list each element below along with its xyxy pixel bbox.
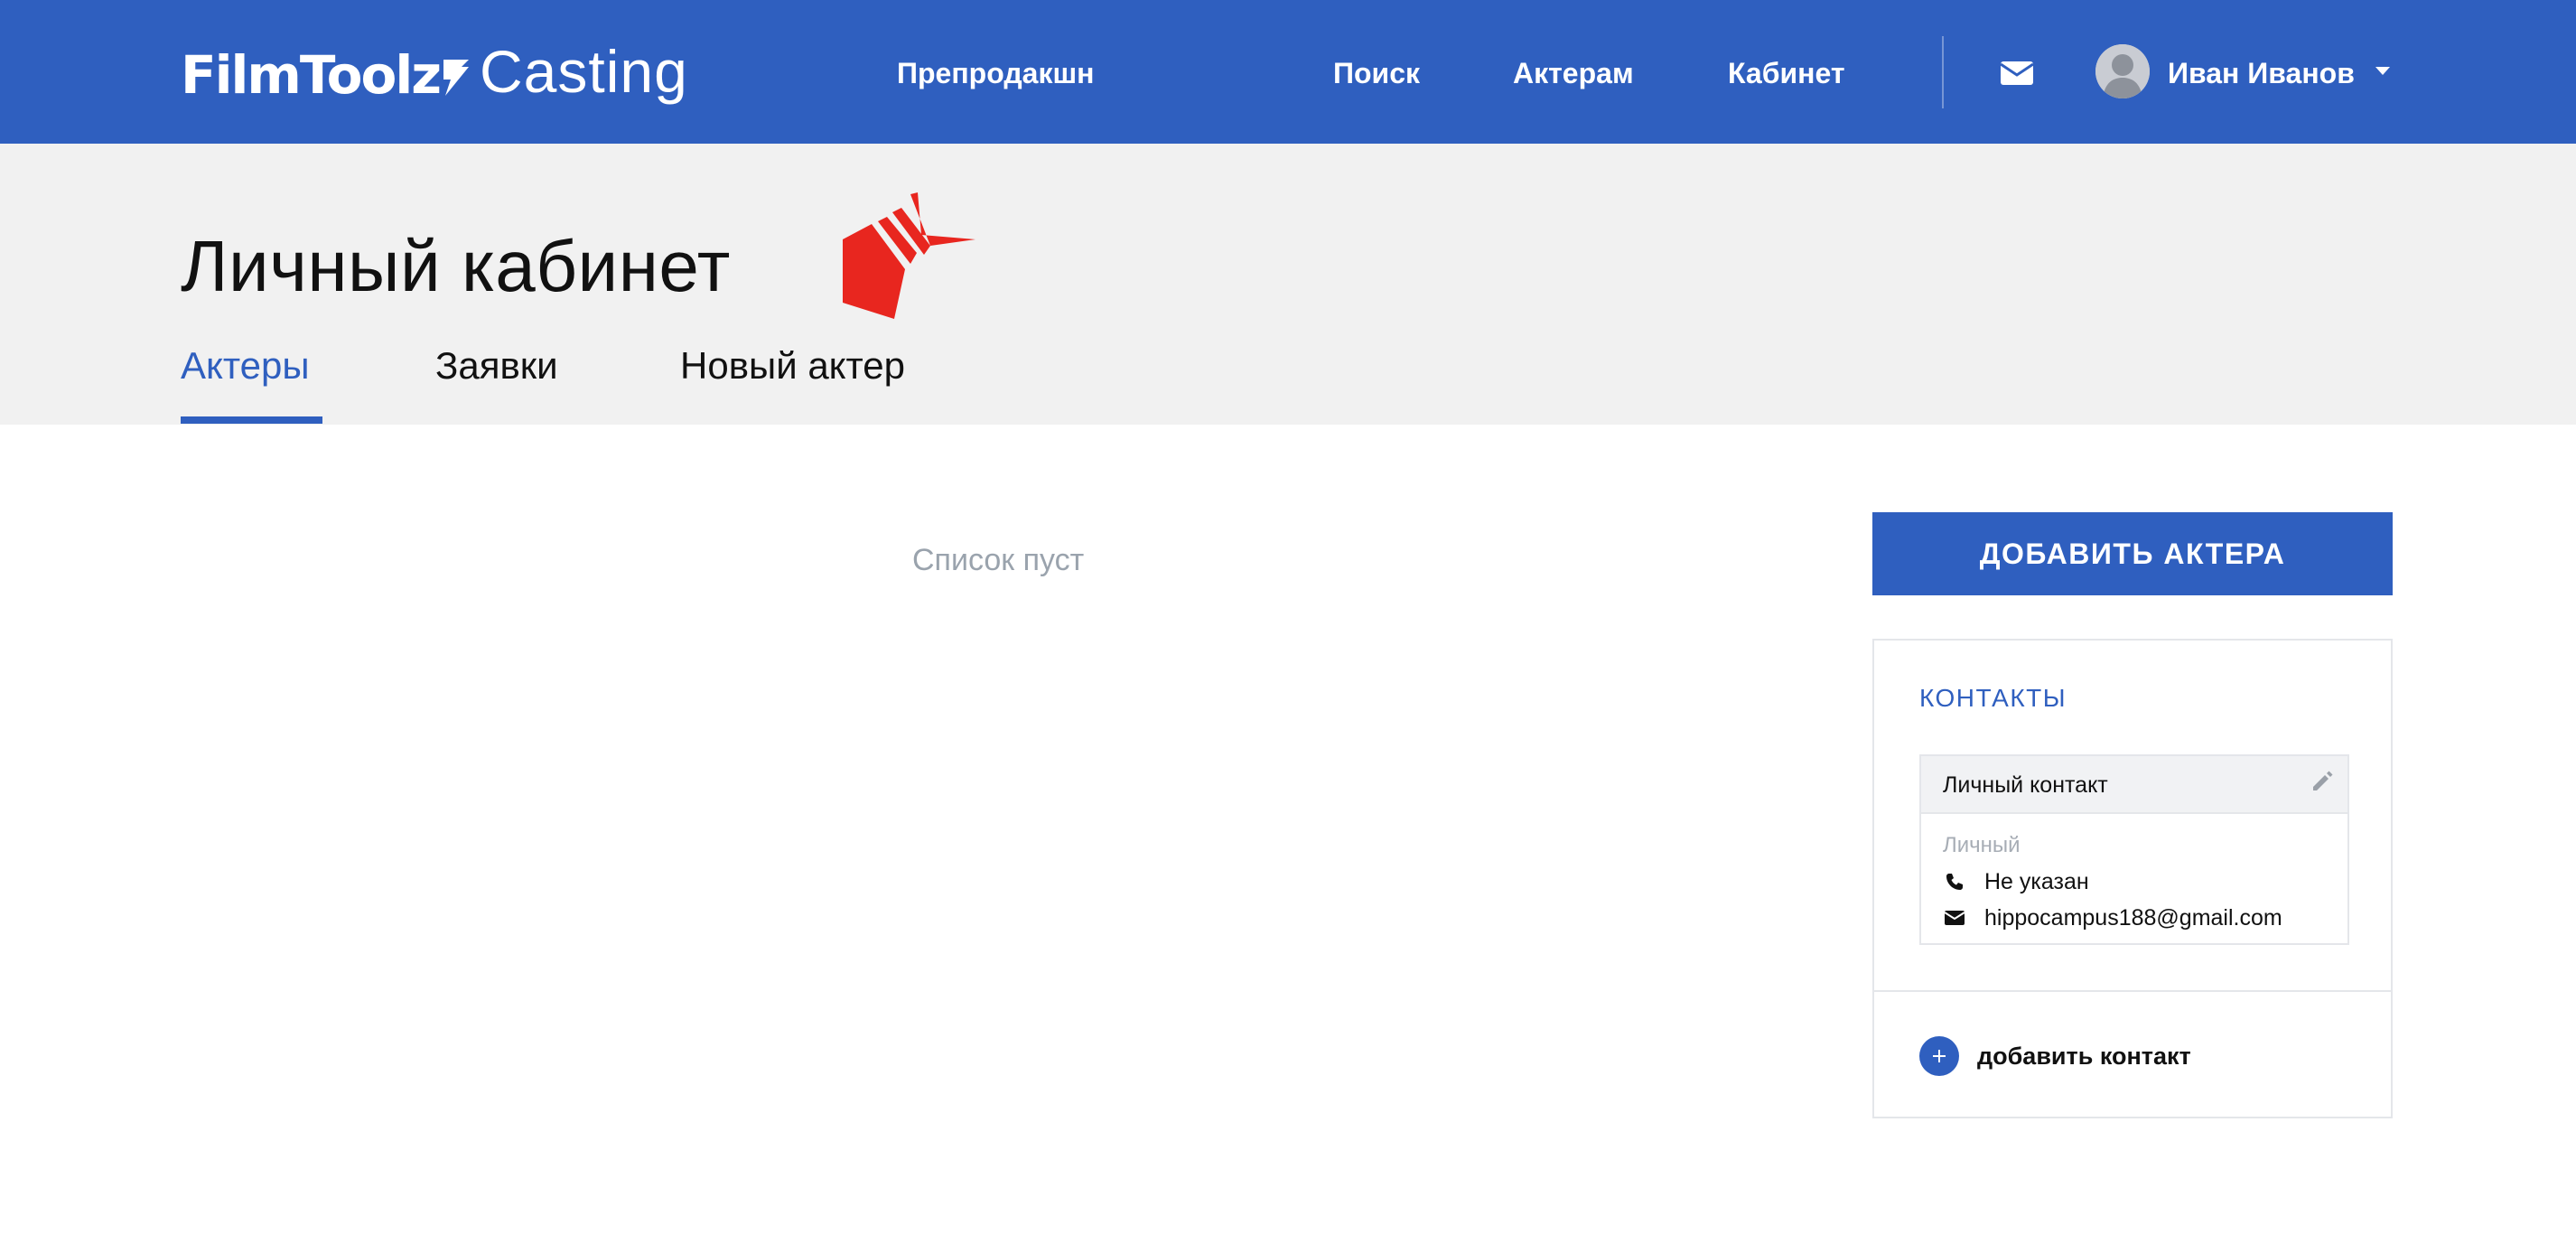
add-contact-button[interactable]: добавить контакт — [1919, 1034, 2191, 1078]
nav-item-actors[interactable]: Актерам — [1513, 52, 1634, 94]
add-contact-label: добавить контакт — [1977, 1043, 2191, 1070]
contact-type-label: Личный — [1943, 833, 2021, 857]
pencil-edit-icon[interactable] — [2310, 769, 2335, 794]
contact-email-row: hippocampus188@gmail.com — [1943, 903, 2282, 933]
contact-card: Личный контакт Личный Не указан hippocam… — [1919, 754, 2349, 945]
nav-divider — [1942, 36, 1944, 108]
nav-item-search[interactable]: Поиск — [1333, 52, 1420, 94]
logo-bold-text: FilmToolz — [181, 44, 442, 106]
nav-item-cabinet[interactable]: Кабинет — [1728, 52, 1845, 94]
logo-mark-icon — [442, 56, 472, 98]
tab-actors[interactable]: Актеры — [181, 341, 310, 390]
red-chevrons-logo-icon — [840, 190, 975, 325]
caret-down-icon[interactable] — [2375, 67, 2390, 75]
envelope-icon — [1943, 906, 1966, 930]
plus-icon — [1919, 1036, 1959, 1076]
contact-card-header: Личный контакт — [1921, 756, 2347, 814]
phone-icon — [1943, 870, 1966, 893]
contact-email-value[interactable]: hippocampus188@gmail.com — [1984, 903, 2282, 933]
contact-phone-row: Не указан — [1943, 866, 2089, 897]
top-navigation-bar: FilmToolz Casting Препродакшн Поиск Акте… — [0, 0, 2576, 144]
contact-card-title: Личный контакт — [1943, 772, 2108, 798]
contacts-heading: КОНТАКТЫ — [1919, 684, 2067, 712]
page-title: Личный кабинет — [181, 226, 731, 306]
tab-new-actor[interactable]: Новый актер — [680, 341, 905, 390]
panel-divider — [1874, 990, 2391, 992]
nav-item-preproduction[interactable]: Препродакшн — [897, 52, 1094, 94]
empty-list-message: Список пуст — [912, 543, 1085, 577]
contacts-panel: КОНТАКТЫ Личный контакт Личный Не указан — [1872, 639, 2393, 1118]
add-actor-button[interactable]: ДОБАВИТЬ АКТЕРА — [1872, 512, 2393, 595]
filmtoolz-logo[interactable]: FilmToolz Casting — [181, 34, 688, 101]
envelope-icon[interactable] — [1999, 58, 2035, 87]
user-avatar-icon[interactable] — [2095, 44, 2150, 98]
user-name[interactable]: Иван Иванов — [2168, 52, 2355, 94]
active-tab-indicator — [181, 416, 322, 424]
contact-phone-value: Не указан — [1984, 869, 2089, 894]
logo-light-text: Casting — [480, 38, 688, 105]
tab-requests[interactable]: Заявки — [435, 341, 558, 390]
